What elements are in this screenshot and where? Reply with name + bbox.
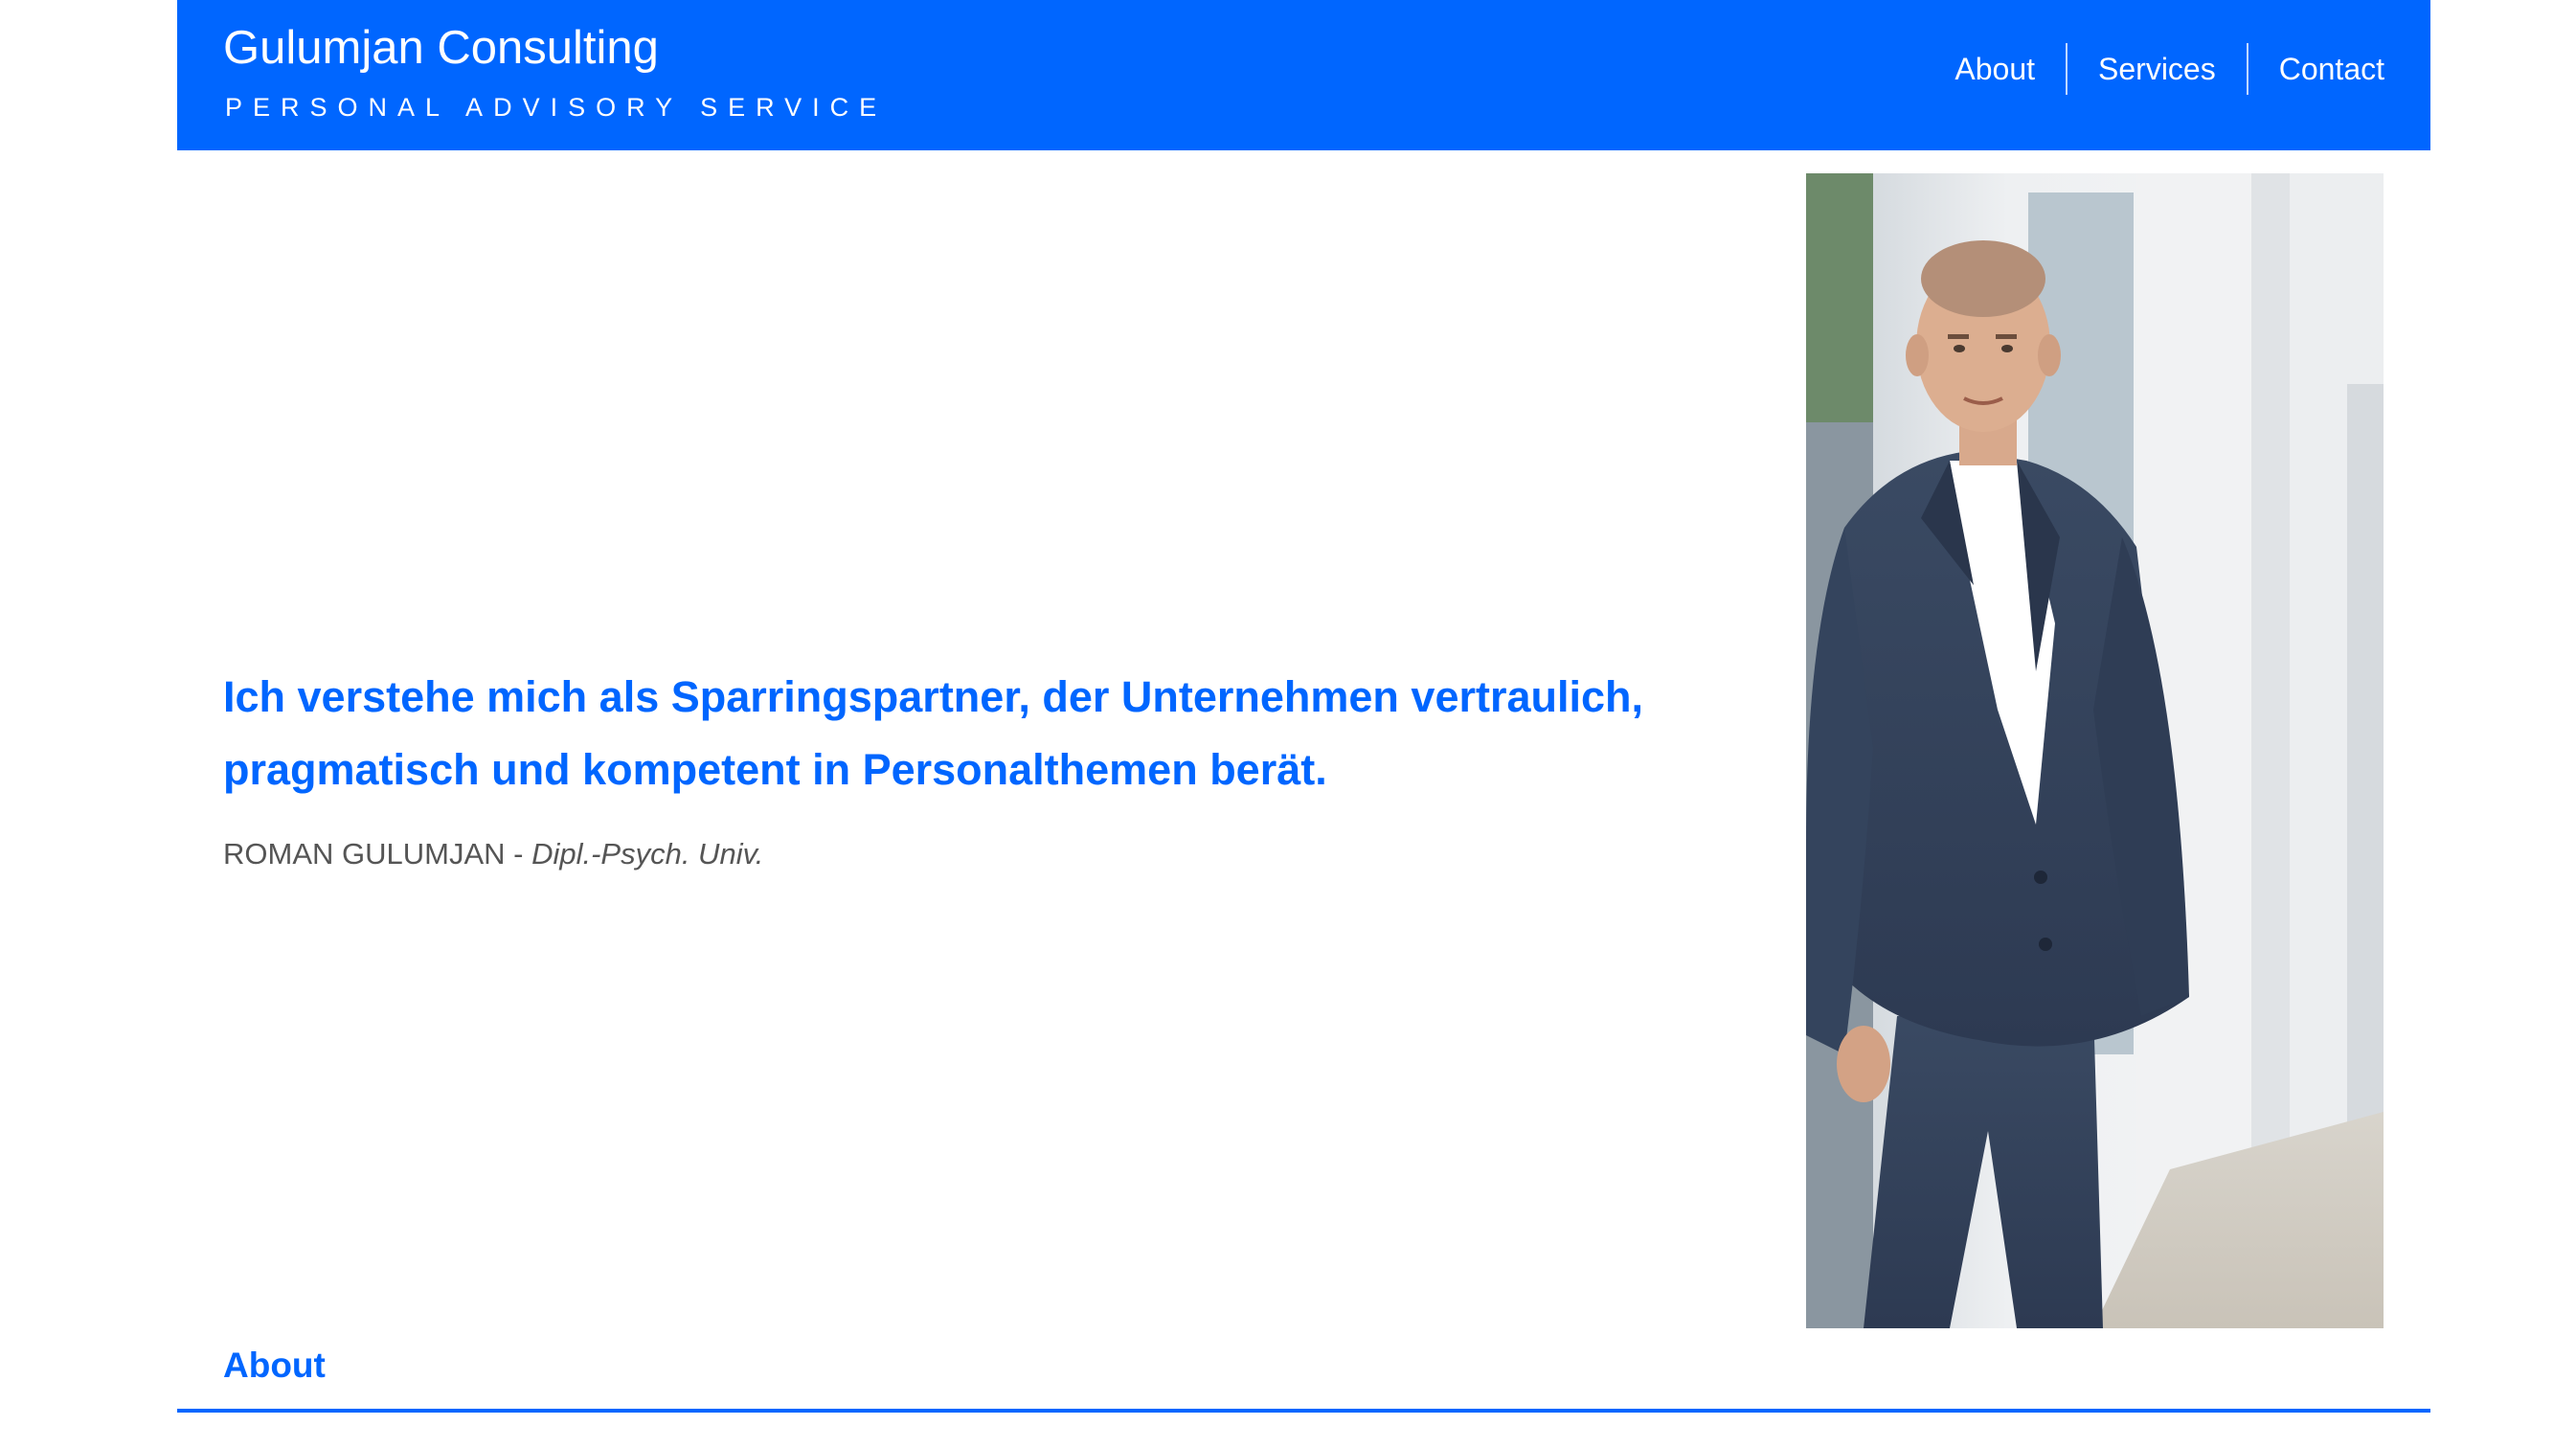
site-tagline: PERSONAL ADVISORY SERVICE (225, 93, 888, 122)
byline-separator: - (505, 837, 532, 871)
nav-item-about[interactable]: About (1924, 43, 2066, 95)
page: Gulumjan Consulting PERSONAL ADVISORY SE… (0, 0, 2576, 1448)
nav-item-contact[interactable]: Contact (2248, 43, 2384, 95)
section-heading-about[interactable]: About (223, 1341, 326, 1391)
byline-name: ROMAN GULUMJAN (223, 837, 506, 871)
portrait-illustration (1806, 173, 2384, 1328)
nav-item-services[interactable]: Services (2068, 43, 2247, 95)
site-title[interactable]: Gulumjan Consulting (223, 17, 659, 79)
section-divider (177, 1409, 2430, 1413)
portrait-photo (1806, 173, 2384, 1328)
main-nav: About Services Contact (1924, 43, 2384, 95)
hero-byline: ROMAN GULUMJAN - Dipl.-Psych. Univ. (223, 835, 763, 873)
byline-title: Dipl.-Psych. Univ. (531, 837, 764, 871)
site-header: Gulumjan Consulting PERSONAL ADVISORY SE… (177, 0, 2430, 150)
hero-quote: Ich verstehe mich als Sparringspartner, … (223, 672, 1644, 794)
